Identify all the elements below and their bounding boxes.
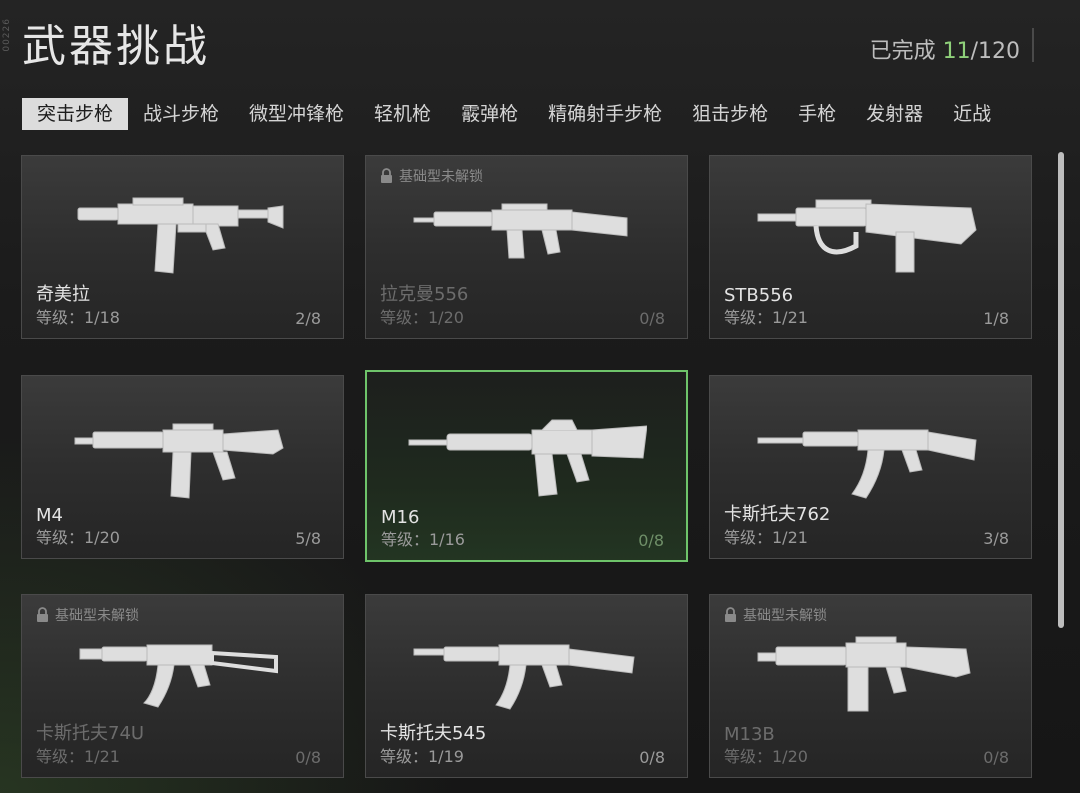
weapon-level: 等级：1/20 <box>380 308 464 327</box>
weapon-card-kastov-762[interactable]: 卡斯托夫762 等级：1/21 3/8 <box>709 375 1032 559</box>
weapon-name: M13B <box>724 724 775 745</box>
scrollbar[interactable] <box>1058 150 1064 790</box>
challenge-count: 3/8 <box>983 529 1009 548</box>
tab-shotguns[interactable]: 霰弹枪 <box>446 98 533 130</box>
locked-indicator: 基础型未解锁 <box>380 166 483 186</box>
weapon-card-chimera[interactable]: 奇美拉 等级：1/18 2/8 <box>21 155 344 339</box>
challenge-count: 5/8 <box>295 529 321 548</box>
tab-lmgs[interactable]: 轻机枪 <box>359 98 446 130</box>
weapon-card-kastov-74u[interactable]: 基础型未解锁 卡斯托夫74U 等级：1/21 0/8 <box>21 594 344 778</box>
weapon-card-stb556[interactable]: STB556 等级：1/21 1/8 <box>709 155 1032 339</box>
scrollbar-thumb[interactable] <box>1058 152 1064 628</box>
weapon-card-lachmann-556[interactable]: 基础型未解锁 拉克曼556 等级：1/20 0/8 <box>365 155 688 339</box>
stb556-rifle-icon <box>757 199 977 273</box>
weapon-name: 卡斯托夫762 <box>724 504 831 525</box>
lock-icon <box>381 168 392 183</box>
weapon-level: 等级：1/18 <box>36 308 120 327</box>
challenge-count: 0/8 <box>983 748 1009 767</box>
lock-icon <box>725 607 736 622</box>
challenge-count: 1/8 <box>983 309 1009 328</box>
m16-rifle-icon <box>408 419 647 497</box>
m4-rifle-icon <box>74 423 284 499</box>
weapon-card-m16[interactable]: M16 等级：1/16 0/8 <box>365 370 688 562</box>
weapon-card-m4[interactable]: M4 等级：1/20 5/8 <box>21 375 344 559</box>
tab-battle-rifles[interactable]: 战斗步枪 <box>128 98 234 130</box>
weapon-level: 等级：1/20 <box>36 528 120 547</box>
challenge-count: 0/8 <box>639 748 665 767</box>
chimera-rifle-icon <box>77 197 283 274</box>
weapon-name: STB556 <box>724 285 794 306</box>
challenge-count: 0/8 <box>295 748 321 767</box>
weapon-name: 卡斯托夫545 <box>380 723 487 744</box>
locked-indicator: 基础型未解锁 <box>724 605 827 625</box>
tab-pistols[interactable]: 手枪 <box>783 98 851 130</box>
weapon-name: 拉克曼556 <box>380 284 469 305</box>
page-title: 武器挑战 <box>22 21 210 72</box>
tab-smgs[interactable]: 微型冲锋枪 <box>234 98 359 130</box>
tab-assault-rifles[interactable]: 突击步枪 <box>22 98 129 130</box>
weapon-name: M4 <box>36 505 63 526</box>
weapon-level: 等级：1/16 <box>381 530 465 549</box>
progress-done: 11 <box>942 39 971 64</box>
weapon-level: 等级：1/21 <box>724 528 808 547</box>
tab-launchers[interactable]: 发射器 <box>851 98 938 130</box>
locked-label: 基础型未解锁 <box>55 608 139 624</box>
progress-label: 已完成 <box>869 39 936 64</box>
weapon-name: 奇美拉 <box>36 284 90 305</box>
weapon-card-kastov-545[interactable]: 卡斯托夫545 等级：1/19 0/8 <box>365 594 688 778</box>
completion-progress: 已完成 11/120 <box>870 33 1020 65</box>
tab-melee[interactable]: 近战 <box>938 98 1006 130</box>
weapon-name: 卡斯托夫74U <box>36 723 145 744</box>
weapon-level: 等级：1/21 <box>724 308 808 327</box>
lock-icon <box>37 607 48 622</box>
weapon-level: 等级：1/20 <box>724 747 808 766</box>
locked-label: 基础型未解锁 <box>743 608 827 624</box>
weapon-level: 等级：1/19 <box>380 747 464 766</box>
kastov-74u-rifle-icon <box>79 644 278 708</box>
challenge-count: 0/8 <box>638 531 664 550</box>
weapon-card-m13b[interactable]: 基础型未解锁 M13B 等级：1/20 0/8 <box>709 594 1032 778</box>
locked-indicator: 基础型未解锁 <box>36 605 139 625</box>
header-divider <box>1032 28 1034 62</box>
challenge-count: 2/8 <box>295 309 321 328</box>
challenge-count: 0/8 <box>639 309 665 328</box>
weapon-category-tabs: 突击步枪 战斗步枪 微型冲锋枪 轻机枪 霰弹枪 精确射手步枪 狙击步枪 手枪 发… <box>22 98 1006 130</box>
tab-sniper-rifles[interactable]: 狙击步枪 <box>677 98 783 130</box>
weapon-level: 等级：1/21 <box>36 747 120 766</box>
tab-marksman-rifles[interactable]: 精确射手步枪 <box>533 98 677 130</box>
locked-label: 基础型未解锁 <box>399 169 483 185</box>
m13b-rifle-icon <box>757 636 971 712</box>
weapon-name: M16 <box>381 507 420 528</box>
progress-total: /120 <box>970 39 1020 64</box>
side-code: 00226 <box>2 18 12 52</box>
